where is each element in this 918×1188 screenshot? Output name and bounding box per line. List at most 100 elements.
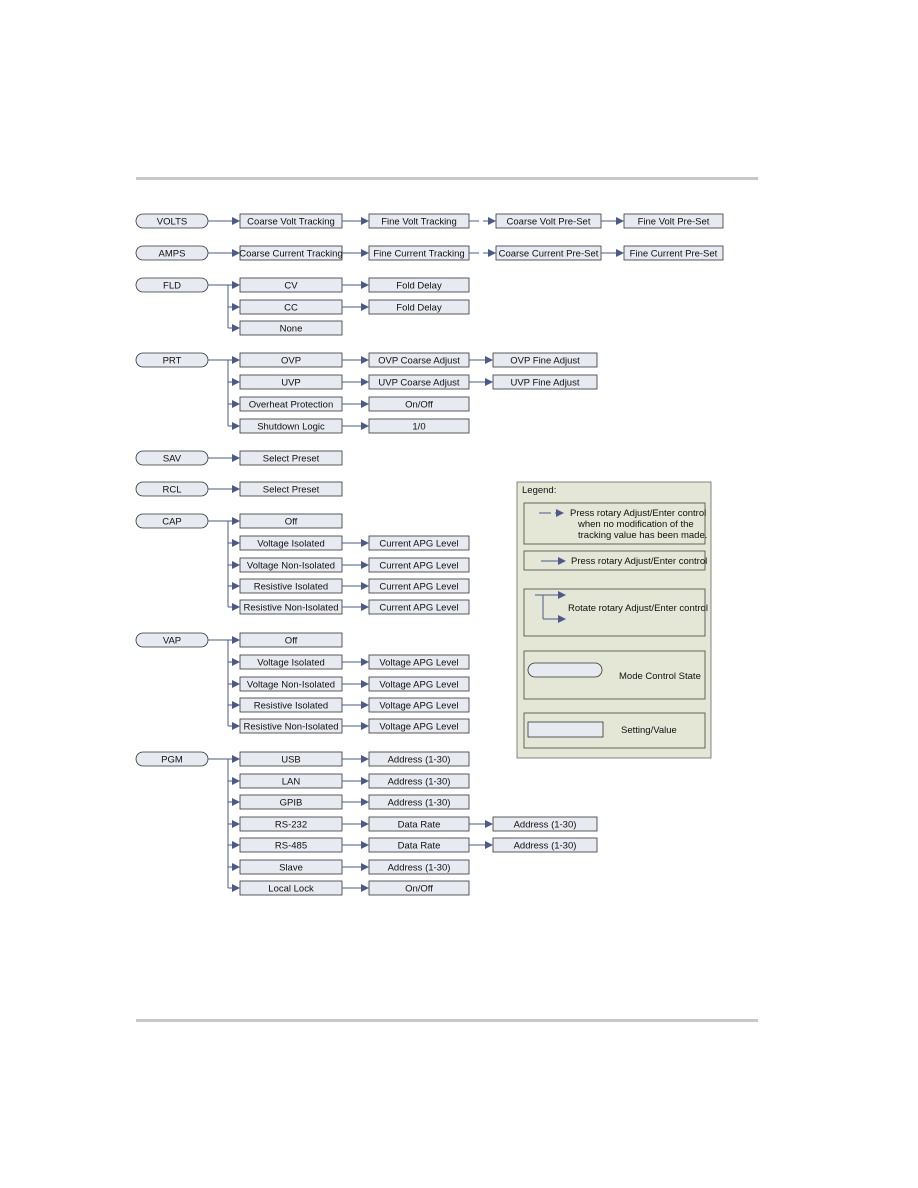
- arrow-head-icon: [232, 701, 240, 709]
- mode-label: PGM: [161, 755, 183, 766]
- setting-label: Current APG Level: [379, 539, 458, 550]
- setting-label: Voltage Non-Isolated: [247, 680, 335, 691]
- arrow-head-icon: [361, 722, 369, 730]
- arrow-head-icon: [232, 841, 240, 849]
- menu-flow-diagram: VOLTS Coarse Volt Tracking Fine Volt Track…: [135, 213, 724, 896]
- setting-label: Current APG Level: [379, 561, 458, 572]
- setting-label: CV: [284, 281, 298, 292]
- setting-label: Voltage APG Level: [379, 701, 458, 712]
- setting-label: On/Off: [405, 400, 433, 411]
- mode-label: FLD: [163, 281, 181, 292]
- setting-label: Resistive Non-Isolated: [243, 722, 338, 733]
- setting-label: On/Off: [405, 884, 433, 895]
- arrow-head-icon: [488, 217, 496, 225]
- legend-text: Press rotary Adjust/Enter control: [570, 508, 706, 519]
- mode-label: CAP: [162, 517, 182, 528]
- setting-label: Voltage Non-Isolated: [247, 561, 335, 572]
- setting-label: CC: [284, 303, 298, 314]
- arrow-head-icon: [361, 422, 369, 430]
- legend-text: tracking value has been made.: [578, 530, 707, 541]
- setting-label: Fold Delay: [396, 281, 442, 292]
- arrow-head-icon: [361, 884, 369, 892]
- setting-label: Fine Current Tracking: [373, 249, 464, 260]
- setting-label: Fold Delay: [396, 303, 442, 314]
- setting-label: Resistive Isolated: [254, 701, 328, 712]
- setting-label: Local Lock: [268, 884, 314, 895]
- arrow-head-icon: [361, 603, 369, 611]
- arrow-head-icon: [361, 539, 369, 547]
- setting-label: Voltage APG Level: [379, 722, 458, 733]
- arrow-head-icon: [232, 324, 240, 332]
- setting-label: Address (1-30): [514, 841, 577, 852]
- legend-text: Setting/Value: [621, 725, 677, 736]
- arrow-head-icon: [361, 841, 369, 849]
- arrow-head-icon: [616, 217, 624, 225]
- setting-label: Voltage Isolated: [257, 658, 325, 669]
- arrow-head-icon: [232, 422, 240, 430]
- setting-label: Coarse Volt Pre-Set: [507, 217, 591, 228]
- setting-label: Voltage APG Level: [379, 658, 458, 669]
- arrow-head-icon: [361, 777, 369, 785]
- setting-label: UVP Fine Adjust: [510, 378, 579, 389]
- arrow-head-icon: [232, 820, 240, 828]
- arrow-head-icon: [361, 582, 369, 590]
- setting-label: UVP Coarse Adjust: [378, 378, 460, 389]
- arrow-head-icon: [232, 722, 240, 730]
- setting-label: Select Preset: [263, 485, 320, 496]
- arrow-head-icon: [361, 400, 369, 408]
- legend-text: Rotate rotary Adjust/Enter control: [568, 603, 708, 614]
- arrow-head-icon: [361, 249, 369, 257]
- arrow-head-icon: [361, 303, 369, 311]
- arrow-head-icon: [361, 798, 369, 806]
- setting-label: Address (1-30): [388, 863, 451, 874]
- mode-label: PRT: [163, 356, 182, 367]
- arrow-head-icon: [361, 863, 369, 871]
- arrow-head-icon: [361, 378, 369, 386]
- legend-text: Mode Control State: [619, 671, 701, 682]
- setting-label: Data Rate: [398, 820, 441, 831]
- setting-label: Address (1-30): [388, 777, 451, 788]
- setting-label: RS-232: [275, 820, 307, 831]
- arrow-head-icon: [232, 755, 240, 763]
- arrow-head-icon: [232, 454, 240, 462]
- arrow-head-icon: [232, 884, 240, 892]
- arrow-head-icon: [361, 561, 369, 569]
- arrow-head-icon: [232, 582, 240, 590]
- setting-label: Shutdown Logic: [257, 422, 325, 433]
- mode-label: VOLTS: [157, 217, 187, 228]
- legend-title: Legend:: [522, 485, 556, 496]
- setting-label: GPIB: [280, 798, 303, 809]
- setting-label: Slave: [279, 863, 303, 874]
- setting-label: None: [280, 324, 303, 335]
- setting-label: Address (1-30): [388, 755, 451, 766]
- arrow-head-icon: [232, 217, 240, 225]
- arrow-head-icon: [232, 863, 240, 871]
- arrow-head-icon: [232, 561, 240, 569]
- arrow-head-icon: [232, 400, 240, 408]
- setting-label: Coarse Current Tracking: [239, 249, 342, 260]
- arrow-head-icon: [485, 378, 493, 386]
- arrow-head-icon: [232, 303, 240, 311]
- setting-label: Voltage APG Level: [379, 680, 458, 691]
- arrow-head-icon: [232, 680, 240, 688]
- arrow-head-icon: [232, 636, 240, 644]
- setting-label: RS-485: [275, 841, 307, 852]
- setting-label: OVP: [281, 356, 301, 367]
- setting-label: UVP: [281, 378, 301, 389]
- mode-label: VAP: [163, 636, 181, 647]
- setting-label: Fine Volt Tracking: [381, 217, 457, 228]
- arrow-head-icon: [361, 217, 369, 225]
- arrow-head-icon: [485, 841, 493, 849]
- arrow-head-icon: [232, 517, 240, 525]
- mode-state-pill: [527, 662, 603, 678]
- setting-label: Coarse Current Pre-Set: [499, 249, 599, 260]
- arrow-head-icon: [488, 249, 496, 257]
- arrow-head-icon: [361, 820, 369, 828]
- setting-label: Resistive Isolated: [254, 582, 328, 593]
- setting-label: OVP Fine Adjust: [510, 356, 580, 367]
- arrow-head-icon: [361, 658, 369, 666]
- mode-label: AMPS: [159, 249, 186, 260]
- setting-label: Off: [285, 517, 298, 528]
- legend-text: when no modification of the: [577, 519, 694, 530]
- setting-label: USB: [281, 755, 301, 766]
